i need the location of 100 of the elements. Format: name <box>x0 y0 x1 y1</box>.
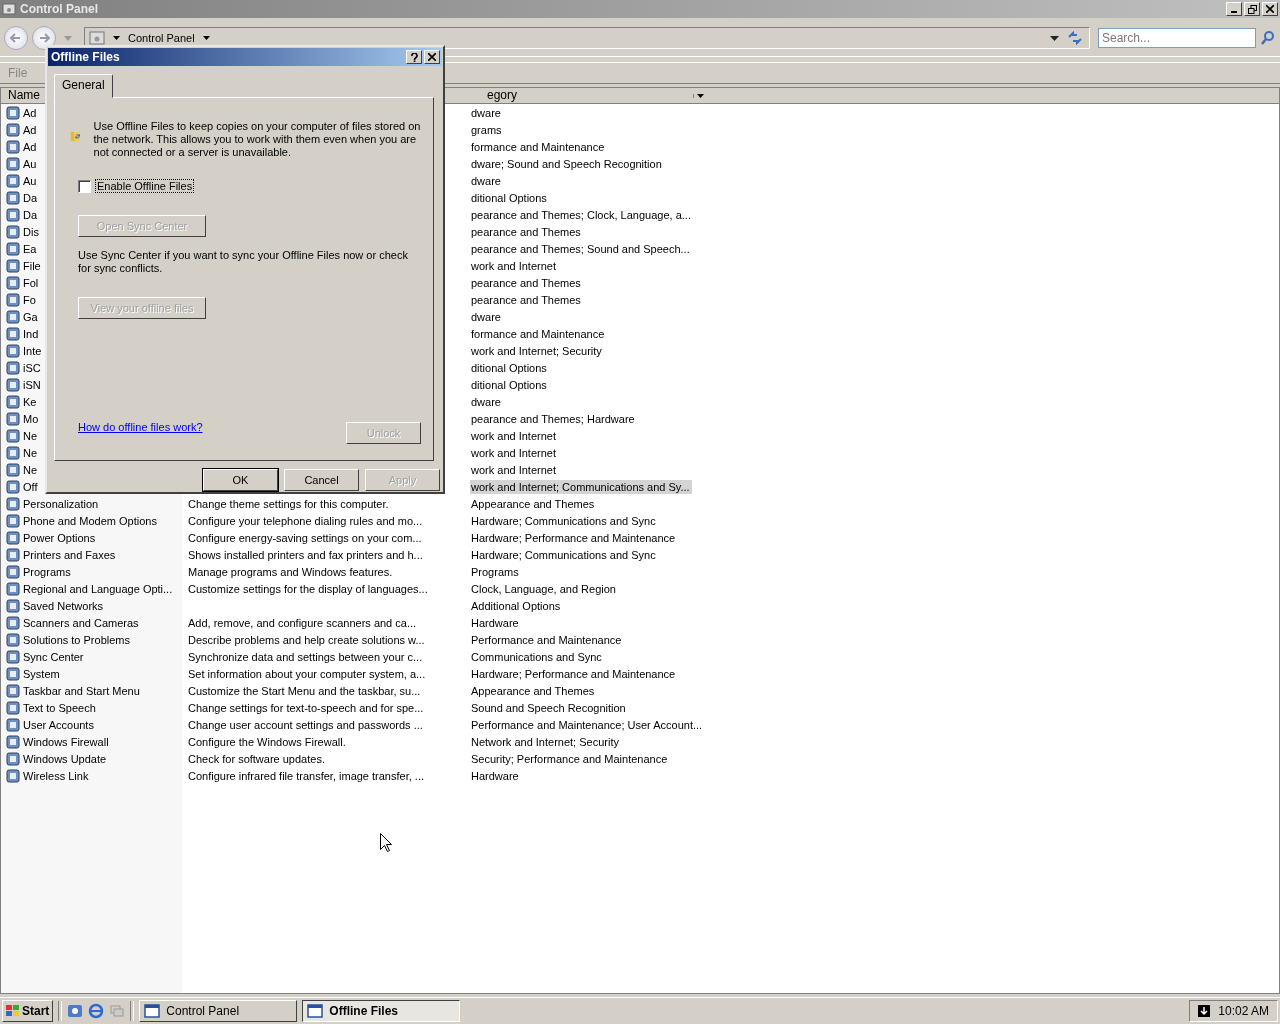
table-cell-text: ditional Options <box>470 377 548 392</box>
taskbar-button[interactable]: Control Panel <box>139 1000 298 1022</box>
applet-name[interactable]: Taskbar and Start Menu <box>23 684 140 697</box>
applet-name[interactable]: Fol <box>23 276 39 289</box>
table-cell-text: Appearance and Themes <box>470 496 596 511</box>
tab[interactable]: General <box>54 74 113 98</box>
applet-icon <box>6 717 20 732</box>
applet-name[interactable]: Ne <box>23 463 38 476</box>
applet-name[interactable]: Windows Firewall <box>23 735 109 748</box>
table-cell: Add, remove, and configure scanners and ca... <box>188 616 417 629</box>
table-cell-text: formance and Maintenance <box>470 326 606 341</box>
applet-name[interactable]: Ad <box>23 106 37 119</box>
applet-name[interactable]: Da <box>23 191 38 204</box>
applet-name[interactable]: Ke <box>23 395 37 408</box>
dialog-button[interactable]: OK <box>203 469 278 491</box>
help-link[interactable]: How do offline files work? <box>78 421 203 433</box>
applet-name[interactable]: Da <box>23 208 38 221</box>
table-cell-text: work and Internet <box>470 462 557 477</box>
applet-name[interactable]: Ad <box>23 140 37 153</box>
applet-icon <box>6 173 20 188</box>
applet-name[interactable]: Windows Update <box>23 752 107 765</box>
checkbox[interactable] <box>78 179 91 193</box>
table-cell: Shows installed printers and fax printers and h... <box>188 548 423 561</box>
desktop-icon[interactable] <box>67 1003 84 1019</box>
applet-name[interactable]: Text to Speech <box>23 701 96 714</box>
applet-icon <box>6 326 20 341</box>
sync-text: Use Sync Center if you want to sync your Offline Files now or check for sync conflicts. <box>78 249 409 275</box>
browser-icon[interactable] <box>88 1003 105 1019</box>
search-icon[interactable] <box>1260 30 1276 46</box>
dialog-button[interactable]: Cancel <box>284 469 359 491</box>
caret-icon[interactable] <box>202 36 210 40</box>
applet-icon <box>6 649 20 664</box>
applet-name[interactable]: Sync Center <box>23 650 84 663</box>
applet-name[interactable]: Ne <box>23 429 38 442</box>
table-cell-text: work and Internet <box>470 428 557 443</box>
applet-name[interactable]: Scanners and Cameras <box>23 616 139 629</box>
close-button[interactable] <box>424 50 440 64</box>
applet-icon <box>6 156 20 171</box>
applet-name[interactable]: Dis <box>23 225 39 238</box>
applet-name[interactable]: File <box>23 259 41 272</box>
column-header[interactable]: egory <box>475 88 687 103</box>
clock[interactable]: 10:02 AM <box>1218 1004 1269 1018</box>
close-button[interactable] <box>1262 2 1278 16</box>
table-cell-text: Hardware <box>470 768 520 783</box>
checkbox-label[interactable]: Enable Offline Files <box>95 179 195 193</box>
applet-icon <box>6 683 20 698</box>
applet-icon <box>6 360 20 375</box>
table-cell-text: Sound and Speech Recognition <box>470 700 627 715</box>
intro-text: Use Offline Files to keep copies on your computer of files stored on the network. This allows you to work with them even when you are not connected or a server is unavailable. <box>93 120 421 159</box>
applet-name[interactable]: Inte <box>23 344 42 357</box>
breadcrumb[interactable]: Control Panel <box>128 32 195 44</box>
applet-name[interactable]: Fo <box>23 293 36 306</box>
table-cell-text: Hardware; Communications and Sync <box>470 547 657 562</box>
refresh-icon[interactable] <box>1067 31 1083 45</box>
applet-name[interactable]: Ea <box>23 242 37 255</box>
applet-name[interactable]: Off <box>23 480 38 493</box>
applet-icon <box>6 462 20 477</box>
applet-icon <box>6 564 20 579</box>
forward-button[interactable] <box>32 26 56 50</box>
applet-name[interactable]: Solutions to Problems <box>23 633 130 646</box>
applet-icon <box>6 394 20 409</box>
applet-name[interactable]: iSN <box>23 378 41 391</box>
applet-name[interactable]: Power Options <box>23 531 96 544</box>
applet-name[interactable]: Ne <box>23 446 38 459</box>
applet-name[interactable]: Mo <box>23 412 39 425</box>
table-cell-text: dware <box>470 309 502 324</box>
help-button[interactable] <box>406 50 422 64</box>
applet-icon <box>6 632 20 647</box>
forward-arrow-icon <box>37 31 51 45</box>
applet-name[interactable]: Ind <box>23 327 39 340</box>
applet-name[interactable]: Printers and Faxes <box>23 548 116 561</box>
applet-name[interactable]: Saved Networks <box>23 599 104 612</box>
applet-name[interactable]: Personalization <box>23 497 99 510</box>
restore-button[interactable] <box>1244 2 1260 16</box>
applet-name[interactable]: Phone and Modem Options <box>23 514 157 527</box>
mouse-pointer-icon <box>380 833 392 852</box>
applet-name[interactable]: Au <box>23 157 37 170</box>
applet-name[interactable]: Au <box>23 174 37 187</box>
download-icon[interactable] <box>1198 1005 1211 1017</box>
start-button[interactable]: Start <box>2 1000 54 1022</box>
table-cell-text: Network and Internet; Security <box>470 734 620 749</box>
taskbar-button[interactable]: Offline Files <box>302 1000 461 1022</box>
table-cell: Configure the Windows Firewall. <box>188 735 346 748</box>
search-field[interactable]: Search... <box>1098 28 1256 48</box>
applet-name[interactable]: Regional and Language Opti... <box>23 582 173 595</box>
caret-icon[interactable] <box>1050 35 1059 41</box>
caret-icon[interactable] <box>693 93 704 98</box>
table-cell-text: Clock, Language, and Region <box>470 581 617 596</box>
applet-name[interactable]: iSC <box>23 361 41 374</box>
applet-icon <box>6 666 20 681</box>
table-cell-text: Performance and Maintenance <box>470 632 623 647</box>
applet-name[interactable]: System <box>23 667 60 680</box>
applet-name[interactable]: Programs <box>23 565 71 578</box>
applet-name[interactable]: Ad <box>23 123 37 136</box>
applet-name[interactable]: User Accounts <box>23 718 94 731</box>
applet-name[interactable]: Wireless Link <box>23 769 89 782</box>
caret-icon[interactable] <box>113 36 120 40</box>
table-cell-text: dware; Sound and Speech Recognition <box>470 156 663 171</box>
applet-name[interactable]: Ga <box>23 310 38 323</box>
minimize-button[interactable] <box>1226 2 1242 16</box>
